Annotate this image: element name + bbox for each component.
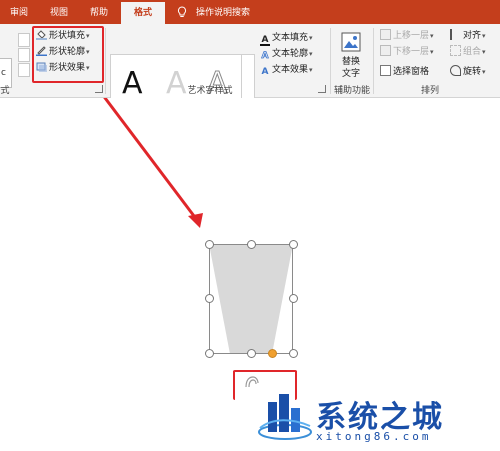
group-divider xyxy=(330,28,331,94)
chevron-down-icon: ▾ xyxy=(482,48,486,56)
resize-handle-bottom[interactable] xyxy=(247,349,256,358)
chevron-down-icon: ▾ xyxy=(430,32,434,40)
text-fill-label: 文本填充 xyxy=(272,33,309,43)
gallery-more-arrow[interactable] xyxy=(18,63,30,77)
lightbulb-icon xyxy=(177,6,187,17)
send-backward-button[interactable]: 下移一层▾ xyxy=(380,44,434,60)
text-outline-icon: A xyxy=(261,51,269,62)
resize-handle-bottom-left[interactable] xyxy=(205,349,214,358)
group-objects-button[interactable]: 组合▾ xyxy=(450,44,486,60)
tell-me-search[interactable]: 操作说明搜索 xyxy=(196,0,260,24)
resize-handle-right[interactable] xyxy=(289,294,298,303)
shape-styles-group-label: 式 xyxy=(0,86,10,96)
rotate-label: 旋转 xyxy=(463,67,482,77)
bring-forward-button[interactable]: 上移一层▾ xyxy=(380,28,434,44)
ribbon: c 形状填充▾ 形状轮廓▾ 形状效果▾ 式 A A A A 文本填充▾ A 文本轮廓… xyxy=(0,24,500,102)
selection-pane-icon xyxy=(380,65,391,76)
text-effects-label: 文本效果 xyxy=(272,65,309,75)
alt-text-label-2[interactable]: 文字 xyxy=(342,66,360,82)
align-button[interactable]: 对齐▾ xyxy=(450,28,486,44)
resize-handle-left[interactable] xyxy=(205,294,214,303)
group-icon xyxy=(450,45,461,56)
send-backward-label: 下移一层 xyxy=(393,47,430,57)
arrange-group-label: 排列 xyxy=(420,86,439,96)
ribbon-tab-bar: 审阅 视图 帮助 格式 操作说明搜索 xyxy=(0,0,500,24)
chevron-down-icon: ▾ xyxy=(482,68,486,76)
text-effects-button[interactable]: A 文本效果▾ xyxy=(260,62,313,78)
bring-forward-icon xyxy=(380,29,391,40)
text-outline-label: 文本轮廓 xyxy=(272,49,309,59)
gallery-up-arrow[interactable] xyxy=(18,33,30,47)
alt-text-icon[interactable] xyxy=(341,32,361,52)
adjustment-handle[interactable] xyxy=(268,349,277,358)
watermark: 系统之城 xitong86.com xyxy=(258,384,498,446)
shape-styles-highlight-box xyxy=(32,26,104,83)
align-icon xyxy=(450,29,461,40)
gallery-down-arrow[interactable] xyxy=(18,48,30,62)
watermark-logo-icon xyxy=(258,394,312,440)
tab-review[interactable]: 审阅 xyxy=(2,0,36,24)
text-fill-button[interactable]: A 文本填充▾ xyxy=(260,30,313,46)
text-effects-icon: A xyxy=(261,67,269,77)
align-label: 对齐 xyxy=(463,31,482,41)
send-backward-icon xyxy=(380,45,391,56)
tab-view[interactable]: 视图 xyxy=(42,0,76,24)
tab-help[interactable]: 帮助 xyxy=(82,0,116,24)
group-divider xyxy=(373,28,374,94)
resize-handle-top-right[interactable] xyxy=(289,240,298,249)
watermark-url: xitong86.com xyxy=(316,430,432,443)
bring-forward-label: 上移一层 xyxy=(393,31,430,41)
resize-handle-bottom-right[interactable] xyxy=(289,349,298,358)
group-label: 组合 xyxy=(463,47,482,57)
shape-styles-dialog-launcher[interactable] xyxy=(95,85,103,93)
chevron-down-icon: ▾ xyxy=(309,34,313,42)
resize-handle-top[interactable] xyxy=(247,240,256,249)
chevron-down-icon: ▾ xyxy=(309,50,313,58)
wordart-styles-group-label: 艺术字样式 xyxy=(187,86,233,96)
text-fill-icon: A xyxy=(260,35,270,46)
text-outline-button[interactable]: A 文本轮廓▾ xyxy=(260,46,313,62)
rotate-icon xyxy=(450,65,461,76)
wordart-dialog-launcher[interactable] xyxy=(318,85,326,93)
tab-format[interactable]: 格式 xyxy=(121,2,165,24)
trapezoid-shape[interactable] xyxy=(209,244,293,354)
group-divider xyxy=(105,28,106,94)
resize-handle-top-left[interactable] xyxy=(205,240,214,249)
rotate-button[interactable]: 旋转▾ xyxy=(450,64,486,80)
selection-pane-button[interactable]: 选择窗格 xyxy=(380,64,429,80)
chevron-down-icon: ▾ xyxy=(482,32,486,40)
selection-pane-label: 选择窗格 xyxy=(393,67,430,77)
chevron-down-icon: ▾ xyxy=(309,66,313,74)
chevron-down-icon: ▾ xyxy=(430,48,434,56)
accessibility-group-label: 辅助功能 xyxy=(333,86,370,96)
